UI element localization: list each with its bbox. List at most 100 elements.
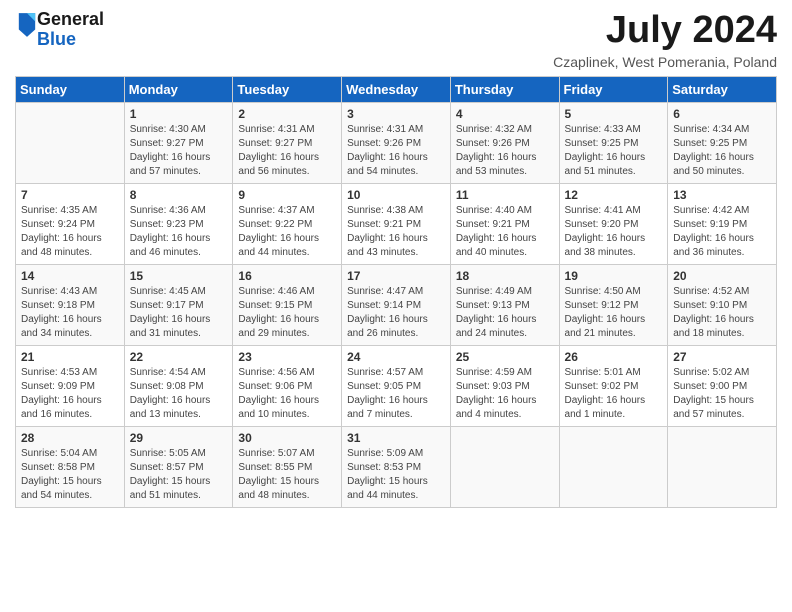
cell-content: Sunrise: 4:31 AM Sunset: 9:27 PM Dayligh… xyxy=(238,123,336,179)
calendar-week-row: 7Sunrise: 4:35 AM Sunset: 9:24 PM Daylig… xyxy=(16,183,777,264)
calendar-cell: 27Sunrise: 5:02 AM Sunset: 9:00 PM Dayli… xyxy=(668,345,777,426)
calendar-cell xyxy=(559,426,668,507)
calendar-cell: 8 Sunrise: 4:36 AM Sunset: 9:23 PM Daylig… xyxy=(124,183,233,264)
cell-content: Sunrise: 4:43 AM Sunset: 9:18 PM Dayligh… xyxy=(21,285,119,341)
calendar-cell: 25 Sunrise: 4:59 AM Sunset: 9:03 PM Dayli… xyxy=(450,345,559,426)
day-number: 24 xyxy=(347,350,445,364)
day-number: 8 xyxy=(130,188,228,202)
day-number: 4 xyxy=(456,107,554,121)
day-header-tuesday: Tuesday xyxy=(233,76,342,102)
calendar-cell: 15 Sunrise: 4:45 AM Sunset: 9:17 PM Dayli… xyxy=(124,264,233,345)
calendar-cell: 2 Sunrise: 4:31 AM Sunset: 9:27 PM Daylig… xyxy=(233,102,342,183)
calendar-cell: 26Sunrise: 5:01 AM Sunset: 9:02 PM Dayli… xyxy=(559,345,668,426)
cell-content: Sunrise: 4:46 AM Sunset: 9:15 PM Dayligh… xyxy=(238,285,336,341)
calendar-header-row: SundayMondayTuesdayWednesdayThursdayFrid… xyxy=(16,76,777,102)
day-number: 18 xyxy=(456,269,554,283)
cell-content: Sunrise: 5:05 AM Sunset: 8:57 PM Dayligh… xyxy=(130,447,228,503)
cell-content: Sunrise: 5:09 AM Sunset: 8:53 PM Dayligh… xyxy=(347,447,445,503)
day-header-sunday: Sunday xyxy=(16,76,125,102)
calendar-cell: 3Sunrise: 4:31 AM Sunset: 9:26 PM Daylig… xyxy=(342,102,451,183)
day-number: 23 xyxy=(238,350,336,364)
logo-text: General Blue xyxy=(37,10,104,50)
calendar-cell: 29 Sunrise: 5:05 AM Sunset: 8:57 PM Dayli… xyxy=(124,426,233,507)
cell-content: Sunrise: 4:32 AM Sunset: 9:26 PM Dayligh… xyxy=(456,123,554,179)
logo-general: General xyxy=(37,9,104,29)
cell-content: Sunrise: 5:04 AM Sunset: 8:58 PM Dayligh… xyxy=(21,447,119,503)
day-number: 12 xyxy=(565,188,663,202)
day-number: 20 xyxy=(673,269,771,283)
day-number: 21 xyxy=(21,350,119,364)
day-number: 19 xyxy=(565,269,663,283)
day-number: 25 xyxy=(456,350,554,364)
cell-content: Sunrise: 4:59 AM Sunset: 9:03 PM Dayligh… xyxy=(456,366,554,422)
cell-content: Sunrise: 5:02 AM Sunset: 9:00 PM Dayligh… xyxy=(673,366,771,422)
calendar-cell: 4 Sunrise: 4:32 AM Sunset: 9:26 PM Daylig… xyxy=(450,102,559,183)
day-number: 7 xyxy=(21,188,119,202)
day-number: 1 xyxy=(130,107,228,121)
cell-content: Sunrise: 4:52 AM Sunset: 9:10 PM Dayligh… xyxy=(673,285,771,341)
calendar-cell: 24 Sunrise: 4:57 AM Sunset: 9:05 PM Dayli… xyxy=(342,345,451,426)
logo-icon xyxy=(17,11,37,39)
cell-content: Sunrise: 4:54 AM Sunset: 9:08 PM Dayligh… xyxy=(130,366,228,422)
calendar-cell: 21 Sunrise: 4:53 AM Sunset: 9:09 PM Dayli… xyxy=(16,345,125,426)
calendar-cell: 20 Sunrise: 4:52 AM Sunset: 9:10 PM Dayli… xyxy=(668,264,777,345)
calendar-cell: 18 Sunrise: 4:49 AM Sunset: 9:13 PM Dayli… xyxy=(450,264,559,345)
day-number: 10 xyxy=(347,188,445,202)
calendar-cell: 11Sunrise: 4:40 AM Sunset: 9:21 PM Dayli… xyxy=(450,183,559,264)
location-title: Czaplinek, West Pomerania, Poland xyxy=(553,54,777,70)
day-number: 30 xyxy=(238,431,336,445)
day-number: 29 xyxy=(130,431,228,445)
calendar-cell: 5Sunrise: 4:33 AM Sunset: 9:25 PM Daylig… xyxy=(559,102,668,183)
day-number: 14 xyxy=(21,269,119,283)
day-number: 13 xyxy=(673,188,771,202)
title-area: July 2024 Czaplinek, West Pomerania, Pol… xyxy=(553,10,777,70)
day-number: 15 xyxy=(130,269,228,283)
cell-content: Sunrise: 4:30 AM Sunset: 9:27 PM Dayligh… xyxy=(130,123,228,179)
calendar-cell xyxy=(16,102,125,183)
logo-blue: Blue xyxy=(37,29,76,49)
calendar-cell: 22 Sunrise: 4:54 AM Sunset: 9:08 PM Dayli… xyxy=(124,345,233,426)
cell-content: Sunrise: 4:56 AM Sunset: 9:06 PM Dayligh… xyxy=(238,366,336,422)
calendar-cell: 9Sunrise: 4:37 AM Sunset: 9:22 PM Daylig… xyxy=(233,183,342,264)
calendar-cell: 16 Sunrise: 4:46 AM Sunset: 9:15 PM Dayli… xyxy=(233,264,342,345)
day-number: 5 xyxy=(565,107,663,121)
calendar-cell: 17 Sunrise: 4:47 AM Sunset: 9:14 PM Dayli… xyxy=(342,264,451,345)
day-number: 16 xyxy=(238,269,336,283)
cell-content: Sunrise: 4:47 AM Sunset: 9:14 PM Dayligh… xyxy=(347,285,445,341)
cell-content: Sunrise: 4:38 AM Sunset: 9:21 PM Dayligh… xyxy=(347,204,445,260)
calendar-cell: 31 Sunrise: 5:09 AM Sunset: 8:53 PM Dayli… xyxy=(342,426,451,507)
day-number: 2 xyxy=(238,107,336,121)
calendar-cell xyxy=(668,426,777,507)
logo: General Blue xyxy=(15,10,104,50)
calendar-body: 1 Sunrise: 4:30 AM Sunset: 9:27 PM Daylig… xyxy=(16,102,777,507)
page-header: General Blue July 2024 Czaplinek, West P… xyxy=(15,10,777,70)
calendar-cell: 10 Sunrise: 4:38 AM Sunset: 9:21 PM Dayli… xyxy=(342,183,451,264)
day-number: 17 xyxy=(347,269,445,283)
calendar-cell: 28 Sunrise: 5:04 AM Sunset: 8:58 PM Dayli… xyxy=(16,426,125,507)
calendar-cell: 19Sunrise: 4:50 AM Sunset: 9:12 PM Dayli… xyxy=(559,264,668,345)
calendar-cell: 30Sunrise: 5:07 AM Sunset: 8:55 PM Dayli… xyxy=(233,426,342,507)
day-number: 22 xyxy=(130,350,228,364)
cell-content: Sunrise: 4:53 AM Sunset: 9:09 PM Dayligh… xyxy=(21,366,119,422)
calendar-cell: 13 Sunrise: 4:42 AM Sunset: 9:19 PM Dayli… xyxy=(668,183,777,264)
day-header-thursday: Thursday xyxy=(450,76,559,102)
calendar-cell: 23 Sunrise: 4:56 AM Sunset: 9:06 PM Dayli… xyxy=(233,345,342,426)
cell-content: Sunrise: 4:42 AM Sunset: 9:19 PM Dayligh… xyxy=(673,204,771,260)
day-header-wednesday: Wednesday xyxy=(342,76,451,102)
day-number: 31 xyxy=(347,431,445,445)
calendar-cell: 14 Sunrise: 4:43 AM Sunset: 9:18 PM Dayli… xyxy=(16,264,125,345)
day-number: 28 xyxy=(21,431,119,445)
month-title: July 2024 xyxy=(553,10,777,52)
calendar-week-row: 14 Sunrise: 4:43 AM Sunset: 9:18 PM Dayli… xyxy=(16,264,777,345)
cell-content: Sunrise: 4:36 AM Sunset: 9:23 PM Dayligh… xyxy=(130,204,228,260)
cell-content: Sunrise: 5:01 AM Sunset: 9:02 PM Dayligh… xyxy=(565,366,663,422)
cell-content: Sunrise: 4:49 AM Sunset: 9:13 PM Dayligh… xyxy=(456,285,554,341)
day-number: 6 xyxy=(673,107,771,121)
cell-content: Sunrise: 4:45 AM Sunset: 9:17 PM Dayligh… xyxy=(130,285,228,341)
calendar-table: SundayMondayTuesdayWednesdayThursdayFrid… xyxy=(15,76,777,508)
day-number: 3 xyxy=(347,107,445,121)
calendar-week-row: 28 Sunrise: 5:04 AM Sunset: 8:58 PM Dayli… xyxy=(16,426,777,507)
calendar-cell: 1 Sunrise: 4:30 AM Sunset: 9:27 PM Daylig… xyxy=(124,102,233,183)
cell-content: Sunrise: 4:40 AM Sunset: 9:21 PM Dayligh… xyxy=(456,204,554,260)
cell-content: Sunrise: 4:57 AM Sunset: 9:05 PM Dayligh… xyxy=(347,366,445,422)
